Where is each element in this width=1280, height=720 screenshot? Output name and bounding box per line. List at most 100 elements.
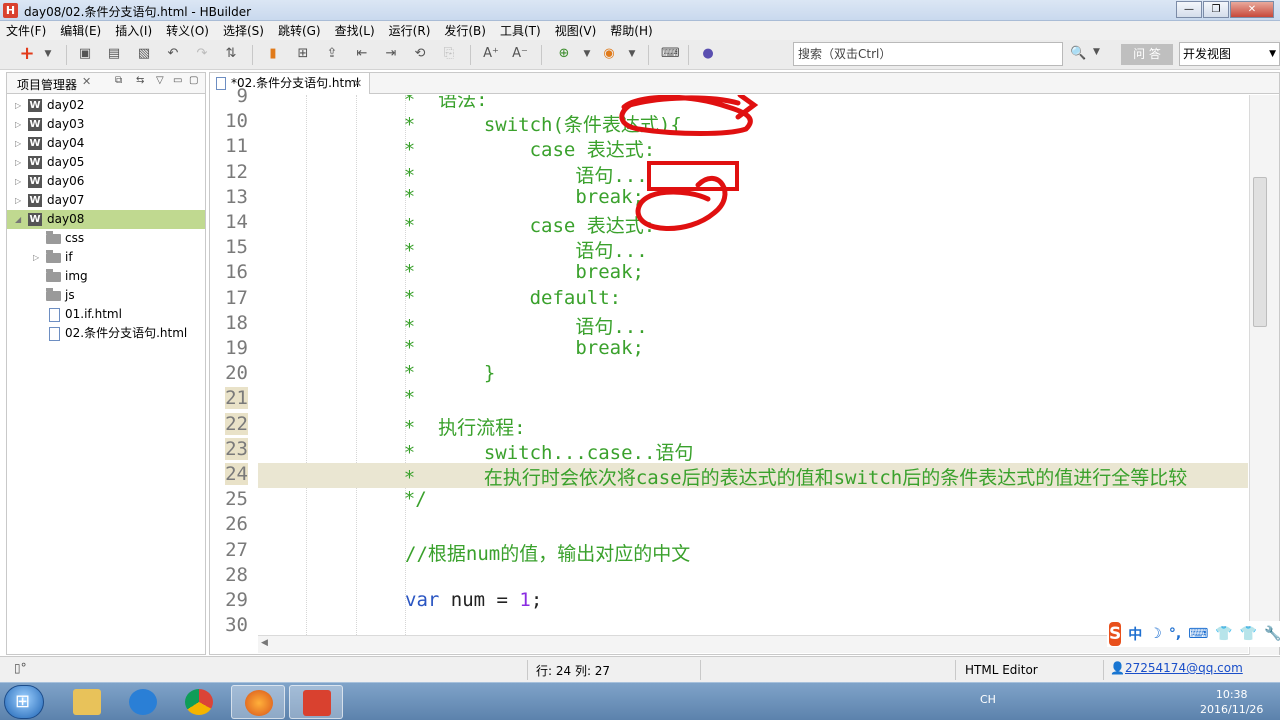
ask-button[interactable]: 问 答 — [1121, 44, 1173, 65]
browser-icon[interactable]: ◉ — [601, 46, 617, 62]
user-account-link[interactable]: 27254174@qq.com — [1125, 661, 1243, 675]
line-number: 13 — [225, 185, 248, 208]
collapsed-arrow-icon[interactable]: ▷ — [15, 172, 21, 191]
ime-shirt-icon[interactable]: 👕 — [1240, 626, 1257, 642]
collapse-all-icon[interactable]: ⧉ — [115, 75, 122, 86]
hbuilder-task[interactable] — [289, 685, 343, 719]
menu-find[interactable]: 查找(L) — [335, 22, 375, 39]
font-increase-icon[interactable]: A⁺ — [483, 46, 499, 62]
menu-help[interactable]: 帮助(H) — [610, 22, 652, 39]
undo-icon[interactable]: ↶ — [165, 46, 181, 62]
tree-item[interactable]: ▷ if — [7, 248, 205, 267]
project-manager-tab[interactable]: 项目管理器 ✕ ⧉ ⇆ ▽ ▭ ▢ — [7, 73, 205, 94]
collapsed-arrow-icon[interactable]: ▷ — [15, 134, 21, 153]
collapsed-arrow-icon[interactable]: ▷ — [33, 248, 39, 267]
status-bar: ▯° 行: 24 列: 27 HTML Editor 👤 27254174@qq… — [0, 656, 1280, 682]
horizontal-scrollbar[interactable]: ◀ — [258, 635, 1248, 653]
sogou-icon[interactable]: S — [1109, 622, 1122, 646]
ime-chinese-icon[interactable]: 中 — [1128, 624, 1142, 644]
menu-insert[interactable]: 插入(I) — [115, 22, 152, 39]
run-dropdown-icon[interactable]: ▼ — [579, 46, 595, 62]
ime-skin-icon[interactable]: 👕 — [1215, 626, 1232, 642]
tree-item[interactable]: ▷ Wday03 — [7, 115, 205, 134]
collapsed-arrow-icon[interactable]: ▷ — [15, 191, 21, 210]
browser-dropdown-icon[interactable]: ▼ — [624, 46, 640, 62]
view-menu-icon[interactable]: ▽ — [156, 75, 164, 86]
comment-icon[interactable]: ⌨ — [661, 46, 680, 62]
explorer-task[interactable] — [60, 685, 114, 719]
ime-keyboard-icon[interactable]: ⌨ — [1188, 626, 1208, 642]
ime-moon-icon[interactable]: ☽ — [1149, 626, 1162, 642]
refresh-icon[interactable]: ⟲ — [412, 46, 428, 62]
tree-item[interactable]: ▷ Wday04 — [7, 134, 205, 153]
expanded-arrow-icon[interactable]: ◢ — [15, 210, 21, 229]
collapsed-arrow-icon[interactable]: ▷ — [15, 96, 21, 115]
save-all-icon[interactable]: ▤ — [106, 46, 122, 62]
menu-file[interactable]: 文件(F) — [6, 22, 46, 39]
tree-item[interactable]: ▷ Wday06 — [7, 172, 205, 191]
collapsed-arrow-icon[interactable]: ▷ — [15, 153, 21, 172]
minimize-panel-icon[interactable]: ▭ — [173, 75, 182, 86]
save-icon[interactable]: ▣ — [77, 46, 93, 62]
firefox-task[interactable] — [231, 685, 285, 719]
menu-tools[interactable]: 工具(T) — [500, 22, 541, 39]
tree-item[interactable]: ◢ Wday08 — [7, 210, 205, 229]
disabled-tool-icon[interactable]: ⎘ — [441, 46, 457, 62]
jump-start-icon[interactable]: ⇤ — [354, 46, 370, 62]
redo-icon[interactable]: ↷ — [194, 46, 210, 62]
menu-select[interactable]: 选择(S) — [223, 22, 264, 39]
font-decrease-icon[interactable]: A⁻ — [512, 46, 528, 62]
link-editor-icon[interactable]: ⇆ — [136, 75, 144, 86]
start-button[interactable] — [4, 685, 44, 719]
code-area[interactable]: * 语法: * switch(条件表达式){ * case 表达式: * 语句.… — [258, 95, 1248, 635]
menu-publish[interactable]: 发行(B) — [444, 22, 486, 39]
view-select[interactable]: 开发视图 ▼ — [1179, 42, 1280, 66]
line-number-gutter: 9 10 11 12 13 14 15 16 17 18 19 20 21 22 23 24 25 26 27 28 2… — [210, 85, 258, 636]
close-button[interactable]: ✕ — [1230, 1, 1274, 18]
menu-edit[interactable]: 编辑(E) — [60, 22, 101, 39]
status-icon[interactable]: ▯° — [14, 661, 27, 675]
search-input[interactable]: 搜索（双击Ctrl） — [793, 42, 1063, 66]
maximize-button[interactable]: ❐ — [1203, 1, 1229, 18]
new-icon[interactable]: + — [19, 45, 35, 63]
maximize-panel-icon[interactable]: ▢ — [189, 75, 198, 86]
plugin-icon[interactable]: ● — [700, 46, 716, 62]
chrome-task[interactable] — [172, 685, 226, 719]
tree-item[interactable]: ▷ Wday05 — [7, 153, 205, 172]
collapsed-arrow-icon[interactable]: ▷ — [15, 115, 21, 134]
close-file-icon[interactable]: ▧ — [136, 46, 152, 62]
menu-escape[interactable]: 转义(O) — [166, 22, 209, 39]
menu-view[interactable]: 视图(V) — [555, 22, 597, 39]
import-icon[interactable]: ⇪ — [324, 46, 340, 62]
scroll-left-icon[interactable]: ◀ — [261, 638, 268, 648]
minimize-button[interactable]: — — [1176, 1, 1202, 18]
new-file-icon[interactable]: ⊞ — [295, 46, 311, 62]
new-dropdown-icon[interactable]: ▼ — [40, 46, 56, 62]
format-icon[interactable]: ⇅ — [223, 46, 239, 62]
ime-punct-icon[interactable]: °, — [1169, 626, 1181, 642]
ime-settings-icon[interactable]: 🔧 — [1264, 626, 1280, 642]
scrollbar-thumb[interactable] — [1253, 177, 1267, 327]
search-dropdown-icon[interactable]: ▼ — [1093, 47, 1100, 57]
jump-end-icon[interactable]: ⇥ — [383, 46, 399, 62]
bookmark-icon[interactable]: ▮ — [265, 46, 281, 62]
run-icon[interactable]: ⊕ — [556, 46, 572, 62]
search-icon[interactable]: 🔍 — [1070, 46, 1086, 61]
menu-run[interactable]: 运行(R) — [389, 22, 431, 39]
tree-item[interactable]: ▷ Wday02 — [7, 96, 205, 115]
ime-toolbar[interactable]: S 中 ☽ °, ⌨ 👕 👕 🔧 — [1107, 621, 1280, 647]
clock[interactable]: 10:38 2016/11/26 — [1200, 687, 1263, 717]
tree-item[interactable]: img — [7, 267, 205, 286]
tree-item[interactable]: 01.if.html — [7, 305, 205, 324]
close-icon[interactable]: ✕ — [82, 75, 91, 88]
ie-task[interactable] — [116, 685, 170, 719]
tree-item[interactable]: css — [7, 229, 205, 248]
input-language[interactable]: CH — [980, 693, 996, 706]
tree-item[interactable]: 02.条件分支语句.html — [7, 324, 205, 343]
menu-goto[interactable]: 跳转(G) — [278, 22, 321, 39]
tab-editor-file[interactable]: *02.条件分支语句.html ✕ — [210, 73, 370, 94]
vertical-scrollbar[interactable] — [1249, 95, 1279, 655]
tree-item[interactable]: js — [7, 286, 205, 305]
tree-item[interactable]: ▷ Wday07 — [7, 191, 205, 210]
close-tab-icon[interactable]: ✕ — [353, 73, 362, 94]
